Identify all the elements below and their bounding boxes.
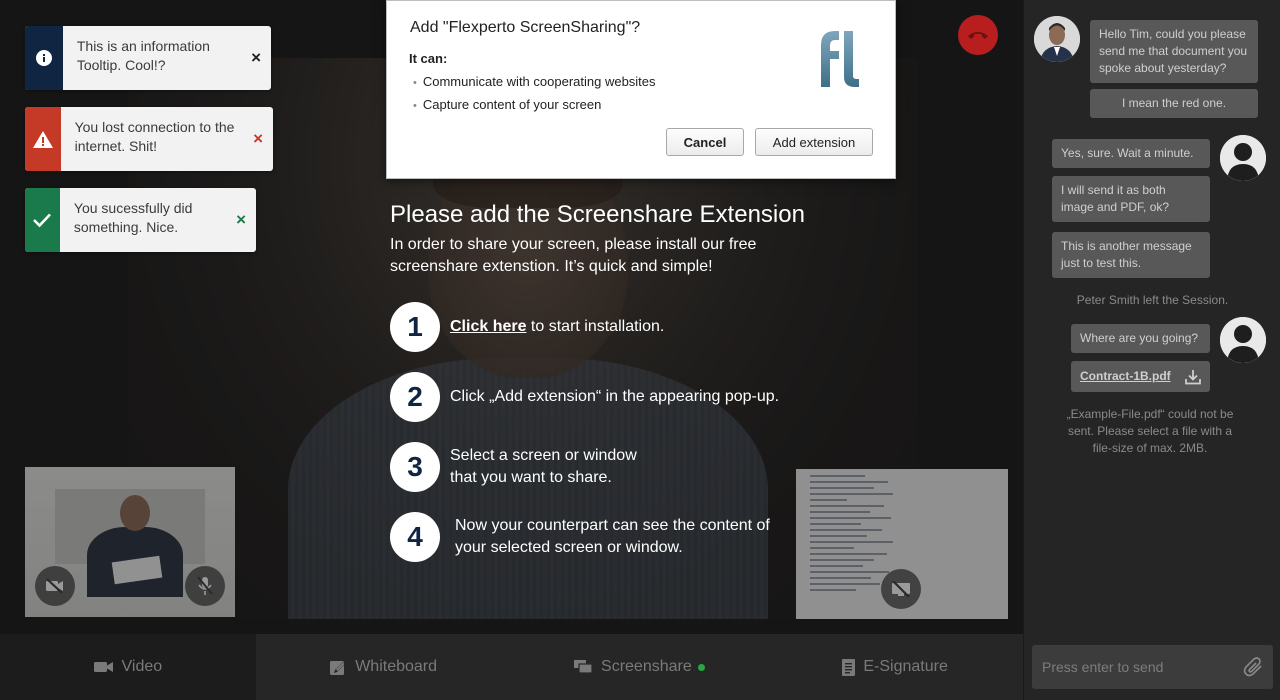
chat-composer (1032, 645, 1273, 689)
tab-label: Video (121, 658, 163, 675)
permission-item: Communicate with cooperating websites (413, 71, 656, 94)
chat-panel: Hello Tim, could you please send me that… (1023, 0, 1280, 700)
add-extension-dialog: Add "Flexperto ScreenSharing"? It can: C… (386, 0, 896, 179)
add-extension-button[interactable]: Add extension (755, 128, 873, 156)
hangup-button[interactable] (958, 15, 998, 55)
step-4: 4 Now your counterpart can see the conte… (390, 512, 800, 562)
instructions-title: Please add the Screenshare Extension (390, 201, 805, 228)
mode-tabbar: Video Whiteboard Screenshare E-Signature (0, 634, 1023, 700)
stop-screenshare-button[interactable] (881, 569, 921, 609)
chat-message-outgoing: I will send it as both image and PDF, ok… (1052, 176, 1210, 222)
tab-video[interactable]: Video (0, 634, 256, 700)
document-icon (842, 658, 856, 676)
paperclip-icon[interactable] (1243, 657, 1265, 677)
avatar (1034, 16, 1080, 62)
chat-message-incoming: I mean the red one. (1090, 89, 1258, 118)
instructions-subtitle: In order to share your screen, please in… (390, 236, 757, 275)
toast-message: You lost connection to the internet. Shi… (74, 119, 235, 154)
step-text: Select a screen or window that you want … (450, 447, 637, 486)
cancel-button[interactable]: Cancel (666, 128, 744, 156)
close-icon[interactable]: × (253, 129, 263, 149)
whiteboard-icon (330, 659, 347, 676)
chat-input[interactable] (1032, 645, 1237, 689)
chat-message-outgoing: Yes, sure. Wait a minute. (1052, 139, 1210, 168)
attachment-filename[interactable]: Contract-1B.pdf (1080, 368, 1171, 385)
install-extension-link[interactable]: Click here (450, 318, 526, 335)
video-stage: This is an information Tooltip. Cool!? ×… (0, 0, 1023, 634)
toast-message: This is an information Tooltip. Cool!? (76, 38, 210, 73)
tab-label: E-Signature (863, 658, 948, 675)
camera-off-icon (46, 578, 63, 594)
step-3: 3 Select a screen or window that you wan… (390, 442, 660, 492)
chat-message-outgoing: This is another message just to test thi… (1052, 232, 1210, 278)
step-1: 1 Click here to start installation. (390, 302, 664, 352)
toast-success: You sucessfully did something. Nice. × (25, 188, 256, 252)
dialog-it-can-label: It can: (409, 51, 448, 66)
info-icon (35, 50, 52, 66)
toast-error: You lost connection to the internet. Shi… (25, 107, 273, 171)
mic-off-icon (197, 576, 213, 595)
step-text: Click „Add extension“ in the appearing p… (450, 388, 780, 405)
tab-screenshare[interactable]: Screenshare (512, 634, 768, 700)
mic-off-button[interactable] (185, 566, 225, 606)
step-number: 4 (390, 512, 440, 562)
tab-label: Whiteboard (355, 658, 438, 675)
flexperto-logo-icon (821, 31, 859, 87)
app-window: This is an information Tooltip. Cool!? ×… (0, 0, 1280, 700)
avatar (1220, 135, 1266, 181)
checkmark-icon (33, 213, 52, 228)
camera-off-button[interactable] (35, 566, 75, 606)
avatar (1220, 317, 1266, 363)
system-message: Peter Smith left the Session. (1076, 293, 1229, 307)
toast-info: This is an information Tooltip. Cool!? × (25, 26, 271, 90)
upload-error-message: „Example-File.pdf“ could not be sent. Pl… (1066, 407, 1234, 455)
close-icon[interactable]: × (251, 48, 261, 68)
user-photo-icon (1034, 16, 1080, 62)
permission-item: Capture content of your screen (413, 94, 656, 117)
step-number: 3 (390, 442, 440, 492)
chat-message-outgoing: Where are you going? (1071, 324, 1210, 353)
step-text: Now your counterpart can see the content… (455, 517, 770, 556)
permission-list: Communicate with cooperating websites Ca… (413, 71, 656, 117)
tab-label: Screenshare (601, 658, 692, 675)
default-user-icon (1220, 135, 1266, 181)
step-number: 2 (390, 372, 440, 422)
tab-esignature[interactable]: E-Signature (767, 634, 1023, 700)
step-2: 2 Click „Add extension“ in the appearing… (390, 372, 779, 422)
screenshare-icon (574, 660, 593, 674)
step-text: to start installation. (526, 318, 665, 335)
tab-whiteboard[interactable]: Whiteboard (256, 634, 512, 700)
default-user-icon (1220, 317, 1266, 363)
hangup-phone-icon (968, 32, 988, 39)
video-camera-icon (93, 660, 114, 674)
file-attachment[interactable]: Contract-1B.pdf (1071, 361, 1210, 392)
download-icon[interactable] (1185, 369, 1201, 385)
screenshare-off-icon (892, 581, 910, 597)
dialog-title: Add "Flexperto ScreenSharing"? (410, 19, 641, 36)
screenshare-instructions: Please add the Screenshare Extension In … (390, 200, 830, 562)
close-icon[interactable]: × (236, 210, 246, 230)
chat-message-incoming: Hello Tim, could you please send me that… (1090, 20, 1258, 83)
step-number: 1 (390, 302, 440, 352)
toast-message: You sucessfully did something. Nice. (73, 200, 193, 235)
active-indicator-dot (697, 663, 705, 671)
warning-icon (32, 130, 53, 148)
